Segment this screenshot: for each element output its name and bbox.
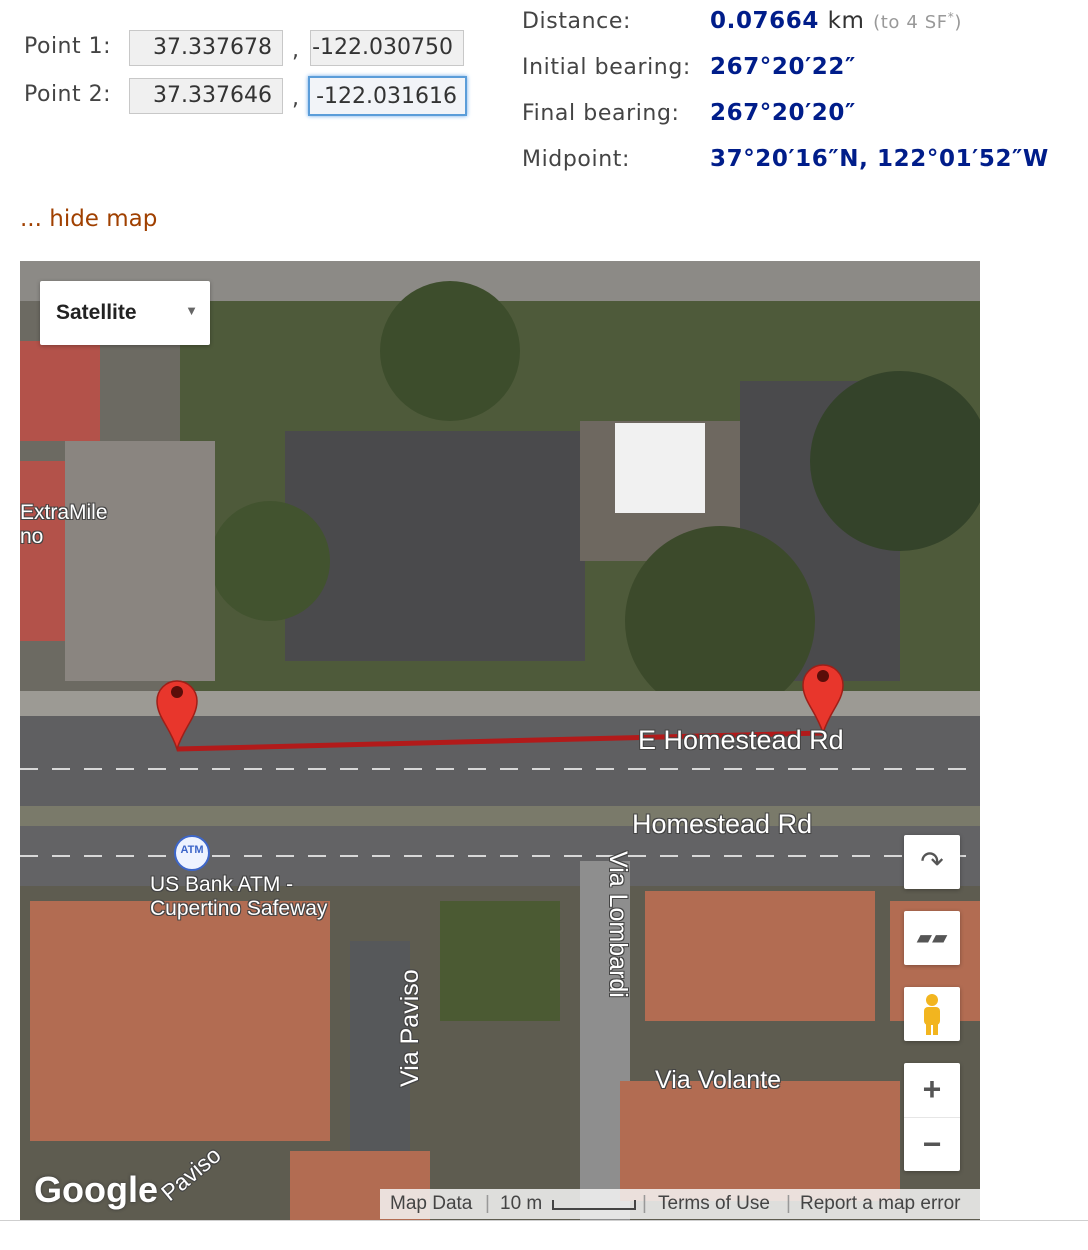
distance-number: 0.07664 [710, 8, 819, 34]
street-label-homestead: Homestead Rd [632, 809, 813, 839]
tilt-icon: ▰▰ [916, 927, 948, 949]
tilt-button[interactable]: ▰▰ [904, 911, 960, 965]
zoom-in-button[interactable]: + [904, 1063, 960, 1118]
pegman-icon [924, 994, 940, 1035]
scale-label: 10 m [500, 1193, 543, 1214]
google-logo: Google [34, 1169, 158, 1210]
point2-latitude-input[interactable]: 37.337646 [129, 78, 283, 114]
point1-label: Point 1: [24, 34, 112, 59]
footer-divider: | [485, 1193, 490, 1214]
poi-label-cupertino-safeway: Cupertino Safeway [150, 897, 328, 920]
midpoint-label: Midpoint: [522, 147, 630, 172]
point2-label: Point 2: [24, 82, 112, 107]
map-type-label: Satellite [56, 301, 137, 324]
distance-value: 0.07664 km (to 4 SF*) [710, 8, 962, 34]
comma-separator: , [292, 38, 299, 63]
rotate-icon: ↷ [920, 846, 944, 877]
distance-label: Distance: [522, 9, 632, 34]
terms-of-use-link[interactable]: Terms of Use [658, 1193, 770, 1215]
report-map-error-link[interactable]: Report a map error [800, 1193, 961, 1215]
rotate-button[interactable]: ↷ [904, 835, 960, 889]
comma-separator: , [292, 86, 299, 111]
initial-bearing-label: Initial bearing: [522, 55, 691, 80]
poi-label-us-bank-atm: US Bank ATM - [150, 873, 294, 896]
midpoint-value: 37°20′16″N, 122°01′52″W [710, 146, 1049, 172]
zoom-out-button[interactable]: − [904, 1118, 960, 1171]
chevron-down-icon: ▼ [185, 303, 198, 318]
point1-latitude-input[interactable]: 37.337678 [129, 30, 283, 66]
street-label-e-homestead: E Homestead Rd [638, 725, 844, 755]
street-view-pegman[interactable] [904, 987, 960, 1041]
satellite-map[interactable]: ATM Satellite ▼ E Homestead Rd Homestead… [20, 261, 980, 1221]
footer-divider: | [786, 1193, 791, 1214]
map-data-link[interactable]: Map Data [390, 1193, 472, 1215]
final-bearing-value: 267°20′20″ [710, 100, 856, 126]
map-footer: Map Data | 10 m | Terms of Use | Report … [380, 1189, 980, 1219]
distance-unit: km [827, 8, 865, 34]
poi-label-extramile: ExtraMile [20, 501, 108, 524]
map-type-dropdown[interactable]: Satellite ▼ [40, 281, 210, 345]
atm-badge: ATM [180, 844, 204, 856]
street-label-via-paviso: Via Paviso [396, 969, 424, 1087]
scale-bar [552, 1200, 636, 1210]
final-bearing-label: Final bearing: [522, 101, 680, 126]
zoom-control: + − [904, 1063, 960, 1171]
page-divider [0, 1220, 1088, 1221]
poi-label-extramile-2: no [20, 525, 44, 548]
hide-map-link[interactable]: ... hide map [20, 206, 157, 232]
initial-bearing-value: 267°20′22″ [710, 54, 856, 80]
street-label-via-lombardi: Via Lombardi [604, 851, 632, 998]
footer-divider: | [642, 1193, 647, 1214]
distance-precision-note: (to 4 SF*) [873, 10, 962, 33]
point2-longitude-input[interactable]: -122.031616 [308, 76, 467, 116]
point1-longitude-input[interactable]: -122.030750 [310, 30, 464, 66]
street-label-via-volante: Via Volante [655, 1066, 782, 1094]
